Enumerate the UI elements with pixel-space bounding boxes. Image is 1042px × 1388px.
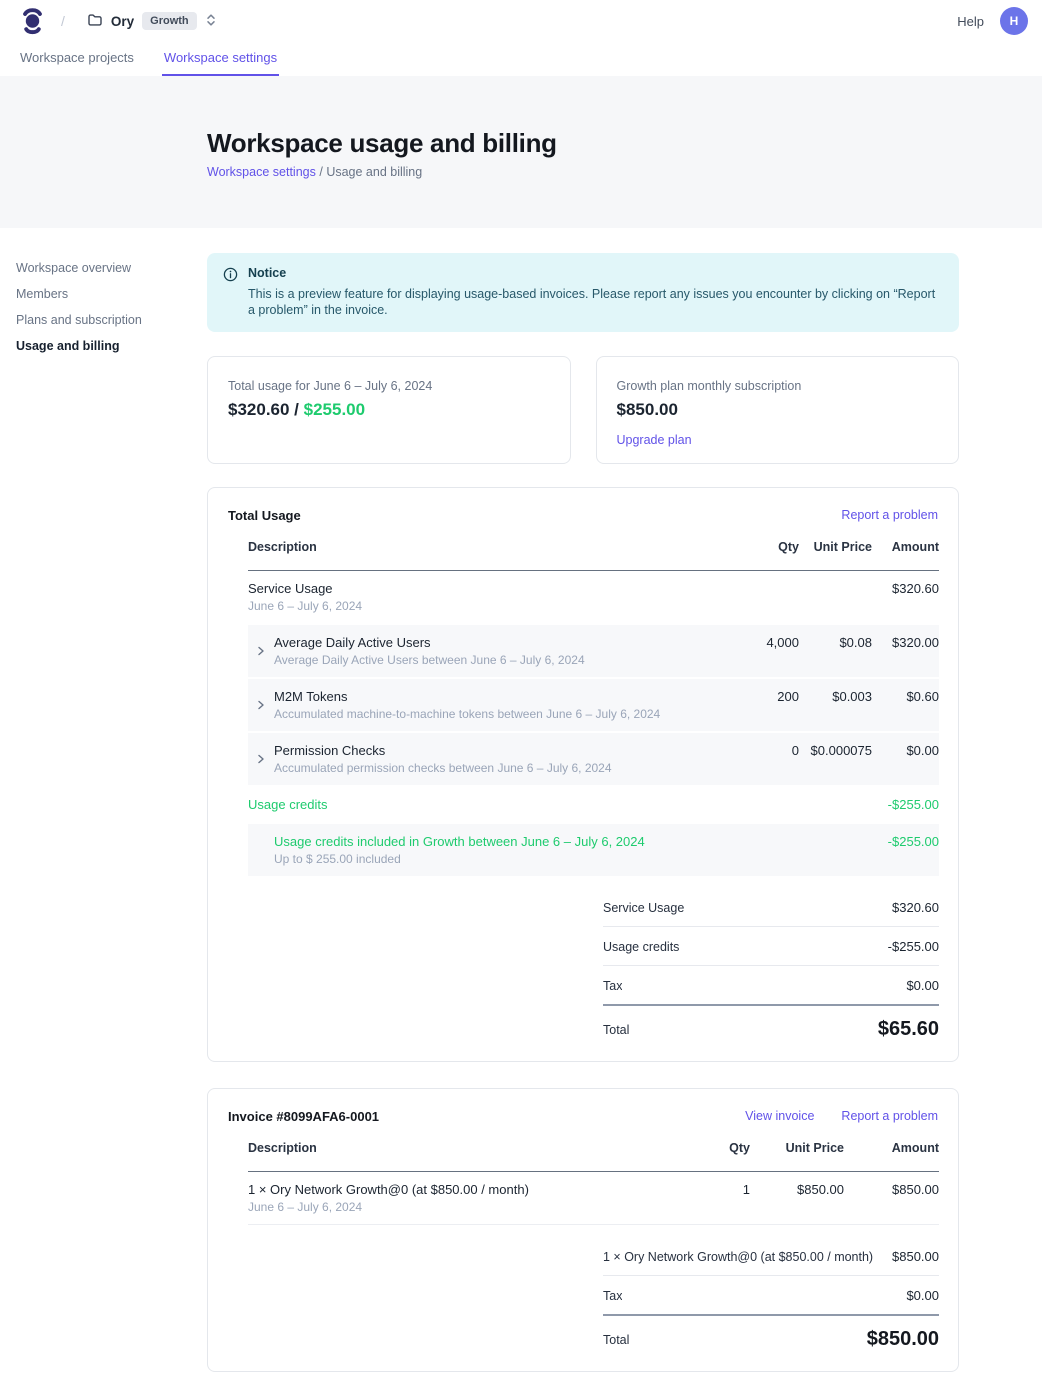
plan-badge: Growth: [142, 12, 197, 30]
notice-title: Notice: [248, 266, 938, 281]
page-header: Workspace usage and billing Workspace se…: [0, 76, 1042, 228]
report-problem-link[interactable]: Report a problem: [841, 1109, 938, 1123]
summary-row-tax: Tax $0.00: [603, 966, 939, 1006]
plan-subscription-card: Growth plan monthly subscription $850.00…: [596, 356, 960, 464]
sidebar-item-members[interactable]: Members: [16, 287, 207, 301]
total-usage-table-card: Total Usage Report a problem Description…: [207, 487, 959, 1062]
invoice-title: Invoice #8099AFA6-0001: [228, 1109, 379, 1124]
invoice-card: Invoice #8099AFA6-0001 View invoice Repo…: [207, 1088, 959, 1372]
table-row-permission-checks[interactable]: Permission Checks Accumulated permission…: [248, 733, 939, 785]
invoice-summary: 1 × Ory Network Growth@0 (at $850.00 / m…: [603, 1237, 939, 1353]
col-amount: Amount: [844, 1141, 939, 1155]
invoice-table-header: Description Qty Unit Price Amount: [248, 1141, 939, 1172]
table-row-average-daily-active-users[interactable]: Average Daily Active Users Average Daily…: [248, 625, 939, 677]
notice-banner: Notice This is a preview feature for dis…: [207, 253, 959, 332]
breadcrumb-parent-link[interactable]: Workspace settings: [207, 165, 316, 179]
breadcrumb: Workspace settings / Usage and billing: [207, 165, 1042, 179]
col-description: Description: [248, 540, 699, 554]
table-row-usage-credits: Usage credits -$255.00: [248, 785, 939, 822]
breadcrumb-current: Usage and billing: [326, 165, 422, 179]
info-icon: [223, 266, 238, 318]
total-usage-card: Total usage for June 6 – July 6, 2024 $3…: [207, 356, 571, 464]
col-qty: Qty: [690, 1141, 750, 1155]
usage-table-title: Total Usage: [228, 508, 301, 523]
col-unit-price: Unit Price: [799, 540, 872, 554]
ory-logo-icon[interactable]: [20, 6, 45, 36]
usage-summary: Service Usage $320.60 Usage credits -$25…: [603, 888, 939, 1043]
sidebar-item-workspace-overview[interactable]: Workspace overview: [16, 261, 207, 275]
chevron-right-icon[interactable]: [256, 645, 266, 660]
breadcrumb-slash: /: [61, 13, 65, 29]
chevron-right-icon[interactable]: [256, 753, 266, 768]
plan-amount: $850.00: [617, 400, 939, 420]
table-row-service-usage: Service Usage June 6 – July 6, 2024 $320…: [248, 571, 939, 623]
tab-workspace-settings[interactable]: Workspace settings: [162, 50, 279, 76]
chevron-right-icon[interactable]: [256, 699, 266, 714]
workspace-switcher[interactable]: Ory Growth: [87, 12, 217, 31]
tab-workspace-projects[interactable]: Workspace projects: [18, 50, 136, 76]
col-amount: Amount: [872, 540, 939, 554]
col-description: Description: [248, 1141, 690, 1155]
usage-credit-value: $255.00: [304, 400, 365, 419]
col-unit-price: Unit Price: [750, 1141, 844, 1155]
total-usage-value: $320.60 / $255.00: [228, 400, 550, 420]
help-link[interactable]: Help: [957, 14, 984, 29]
summary-row-tax: Tax $0.00: [603, 1276, 939, 1316]
summary-row-usage-credits: Usage credits -$255.00: [603, 927, 939, 966]
summary-row-service-usage: Service Usage $320.60: [603, 888, 939, 927]
table-row-usage-credits-detail: Usage credits included in Growth between…: [248, 824, 939, 876]
invoice-line-item-row: 1 × Ory Network Growth@0 (at $850.00 / m…: [248, 1172, 939, 1225]
chevron-updown-icon: [205, 13, 217, 30]
settings-sidenav: Workspace overview Members Plans and sub…: [0, 228, 207, 1388]
summary-total: Total $850.00: [603, 1316, 939, 1353]
total-usage-label: Total usage for June 6 – July 6, 2024: [228, 379, 550, 393]
folder-icon: [87, 12, 103, 31]
notice-body: This is a preview feature for displaying…: [248, 286, 938, 318]
page-title: Workspace usage and billing: [207, 129, 1042, 157]
usage-table-header: Description Qty Unit Price Amount: [248, 540, 939, 571]
summary-total: Total $65.60: [603, 1006, 939, 1043]
user-avatar[interactable]: H: [1000, 7, 1028, 35]
summary-row-line-item: 1 × Ory Network Growth@0 (at $850.00 / m…: [603, 1237, 939, 1276]
upgrade-plan-link[interactable]: Upgrade plan: [617, 433, 692, 447]
workspace-name: Ory: [111, 14, 134, 29]
table-row-m2m-tokens[interactable]: M2M Tokens Accumulated machine-to-machin…: [248, 679, 939, 731]
view-invoice-link[interactable]: View invoice: [745, 1109, 814, 1123]
top-bar: / Ory Growth Help H: [0, 0, 1042, 42]
col-qty: Qty: [699, 540, 799, 554]
sidebar-item-usage-and-billing[interactable]: Usage and billing: [16, 339, 207, 353]
plan-label: Growth plan monthly subscription: [617, 379, 939, 393]
sidebar-item-plans-and-subscription[interactable]: Plans and subscription: [16, 313, 207, 327]
workspace-tabs: Workspace projects Workspace settings: [0, 42, 1042, 76]
report-problem-link[interactable]: Report a problem: [841, 508, 938, 522]
